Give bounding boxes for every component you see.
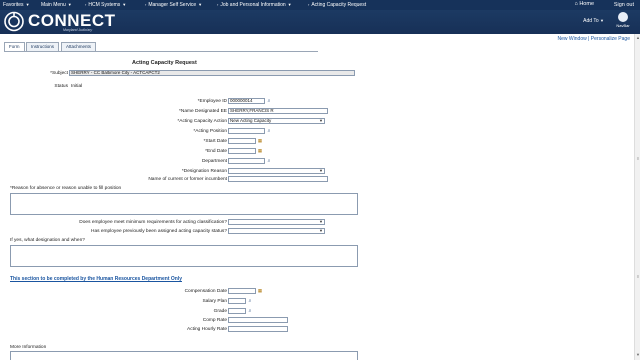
- lookup-icon[interactable]: ⌕: [266, 158, 272, 164]
- start-date-field[interactable]: [228, 138, 256, 144]
- end-date-field[interactable]: [228, 148, 256, 154]
- chevron-right-icon: ›: [85, 2, 87, 7]
- department-label: Department: [201, 159, 227, 164]
- caret-down-icon: ▼: [600, 18, 604, 23]
- breadcrumb-hcm-systems[interactable]: › HCM Systems ▼: [85, 2, 126, 8]
- status-label: Status: [54, 84, 68, 89]
- caret-down-icon: ▼: [67, 2, 72, 7]
- salary-plan-label: Salary Plan: [202, 299, 227, 304]
- grade-field[interactable]: [228, 308, 246, 314]
- employee-id-label: *Employee ID: [197, 99, 227, 104]
- compensation-date-label: Compensation Date: [184, 289, 227, 294]
- logo-subtitle: Maryland Judiciary: [63, 28, 93, 32]
- acting-hourly-rate-label: Acting Hourly Rate: [187, 327, 227, 332]
- navbar-button[interactable]: NavBar: [612, 12, 634, 32]
- acting-position-field[interactable]: [228, 128, 265, 134]
- favorites-menu[interactable]: Favorites ▼: [3, 2, 30, 8]
- personalize-page-link[interactable]: Personalize Page: [591, 36, 630, 42]
- chevron-right-icon: ›: [217, 2, 219, 7]
- status-value: Initial: [71, 84, 83, 89]
- department-field[interactable]: [228, 158, 265, 164]
- employee-id-field[interactable]: 000000014: [228, 98, 265, 104]
- calendar-icon[interactable]: ▦: [257, 138, 263, 144]
- dropdown-arrow-icon: ▼: [319, 228, 323, 233]
- caret-down-icon: ▼: [198, 2, 203, 7]
- designation-reason-label: *Designation Reason: [181, 169, 227, 174]
- calendar-icon[interactable]: ▦: [257, 148, 263, 154]
- breadcrumb-job-personal-info[interactable]: › Job and Personal Information ▼: [217, 2, 292, 8]
- incumbent-label: Name of current or former incumbent: [148, 177, 227, 182]
- tab-instructions[interactable]: Instructions: [26, 42, 60, 51]
- calendar-icon[interactable]: ▦: [257, 288, 263, 294]
- sign-out-link[interactable]: Sign out: [614, 2, 634, 8]
- home-icon: ⌂: [574, 1, 578, 7]
- start-date-label: *Start Date: [203, 139, 227, 144]
- more-information-textarea[interactable]: [10, 351, 358, 360]
- breadcrumb-acting-capacity[interactable]: › Acting Capacity Request: [308, 2, 366, 8]
- scroll-down-icon[interactable]: ▼: [635, 352, 640, 357]
- form-title: Acting Capacity Request: [132, 60, 197, 66]
- lookup-icon[interactable]: ⌕: [247, 298, 253, 304]
- subject-field[interactable]: SHERRY - CC Baltimore City - ACTCAPCT2: [69, 70, 355, 76]
- tab-divider: [4, 51, 318, 52]
- meets-requirements-select[interactable]: ▼: [228, 219, 325, 225]
- if-yes-label: If yes, what designation and when?: [10, 238, 85, 243]
- dropdown-arrow-icon: ▼: [319, 219, 323, 224]
- previous-acting-label: Has employee previously been assigned ac…: [91, 229, 227, 234]
- top-navigation-bar: Favorites ▼ Main Menu ▼ › HCM Systems ▼ › Man…: [0, 0, 640, 10]
- previous-acting-select[interactable]: ▼: [228, 228, 325, 234]
- caret-down-icon: ▼: [287, 2, 292, 7]
- new-window-link[interactable]: New Window: [558, 36, 587, 42]
- page-links: New Window | Personalize Page: [557, 36, 630, 42]
- header-banner: CONNECT Maryland Judiciary Add To ▼ NavB…: [0, 10, 640, 34]
- name-designated-field[interactable]: SHERRY,FRANCIS R: [228, 108, 328, 114]
- scroll-up-icon[interactable]: ▲: [635, 35, 640, 40]
- main-menu[interactable]: Main Menu ▼: [41, 2, 72, 8]
- home-link[interactable]: ⌂ Home: [574, 1, 594, 7]
- add-to-menu[interactable]: Add To ▼: [583, 18, 604, 24]
- meets-requirements-label: Does employee meet minimum requirements …: [79, 220, 227, 225]
- comp-rate-field[interactable]: [228, 317, 288, 323]
- scroll-grip-icon[interactable]: ≡: [635, 274, 640, 279]
- comp-rate-label: Comp Rate: [202, 318, 227, 323]
- grade-label: Grade: [213, 309, 227, 314]
- absence-reason-label: *Reason for absence or reason unable to …: [10, 186, 122, 191]
- chevron-right-icon: ›: [145, 2, 147, 7]
- salary-plan-field[interactable]: [228, 298, 246, 304]
- connect-logo-icon: [4, 11, 24, 32]
- vertical-scrollbar[interactable]: ▲ ≡ ≡ ▼: [634, 34, 640, 360]
- compensation-date-field[interactable]: [228, 288, 256, 294]
- caret-down-icon: ▼: [122, 2, 127, 7]
- if-yes-textarea[interactable]: [10, 245, 358, 267]
- subject-label: *Subject: [50, 71, 68, 76]
- more-information-label: More Information: [10, 345, 47, 350]
- hr-section-link[interactable]: This section to be completed by the Huma…: [10, 276, 182, 282]
- compass-icon: [618, 12, 628, 22]
- lookup-icon[interactable]: ⌕: [247, 308, 253, 314]
- name-designated-label: *Name Designated EE: [179, 109, 227, 114]
- scroll-grip-icon[interactable]: ≡: [635, 156, 640, 161]
- dropdown-arrow-icon: ▼: [319, 118, 323, 123]
- lookup-icon[interactable]: ⌕: [266, 98, 272, 104]
- acting-action-label: *Acting Capacity Action: [177, 119, 227, 124]
- caret-down-icon: ▼: [25, 2, 30, 7]
- end-date-label: *End Date: [205, 149, 227, 154]
- chevron-right-icon: ›: [308, 2, 310, 7]
- incumbent-field[interactable]: [228, 176, 328, 182]
- acting-action-select[interactable]: New Acting Capacity ▼: [228, 118, 325, 124]
- breadcrumb-manager-self-service[interactable]: › Manager Self Service ▼: [145, 2, 202, 8]
- dropdown-arrow-icon: ▼: [319, 168, 323, 173]
- designation-reason-select[interactable]: ▼: [228, 168, 325, 174]
- acting-hourly-rate-field[interactable]: [228, 326, 288, 332]
- tab-attachments[interactable]: Attachments: [61, 42, 97, 51]
- absence-reason-textarea[interactable]: [10, 193, 358, 215]
- lookup-icon[interactable]: ⌕: [266, 128, 272, 134]
- acting-position-label: *Acting Position: [193, 129, 227, 134]
